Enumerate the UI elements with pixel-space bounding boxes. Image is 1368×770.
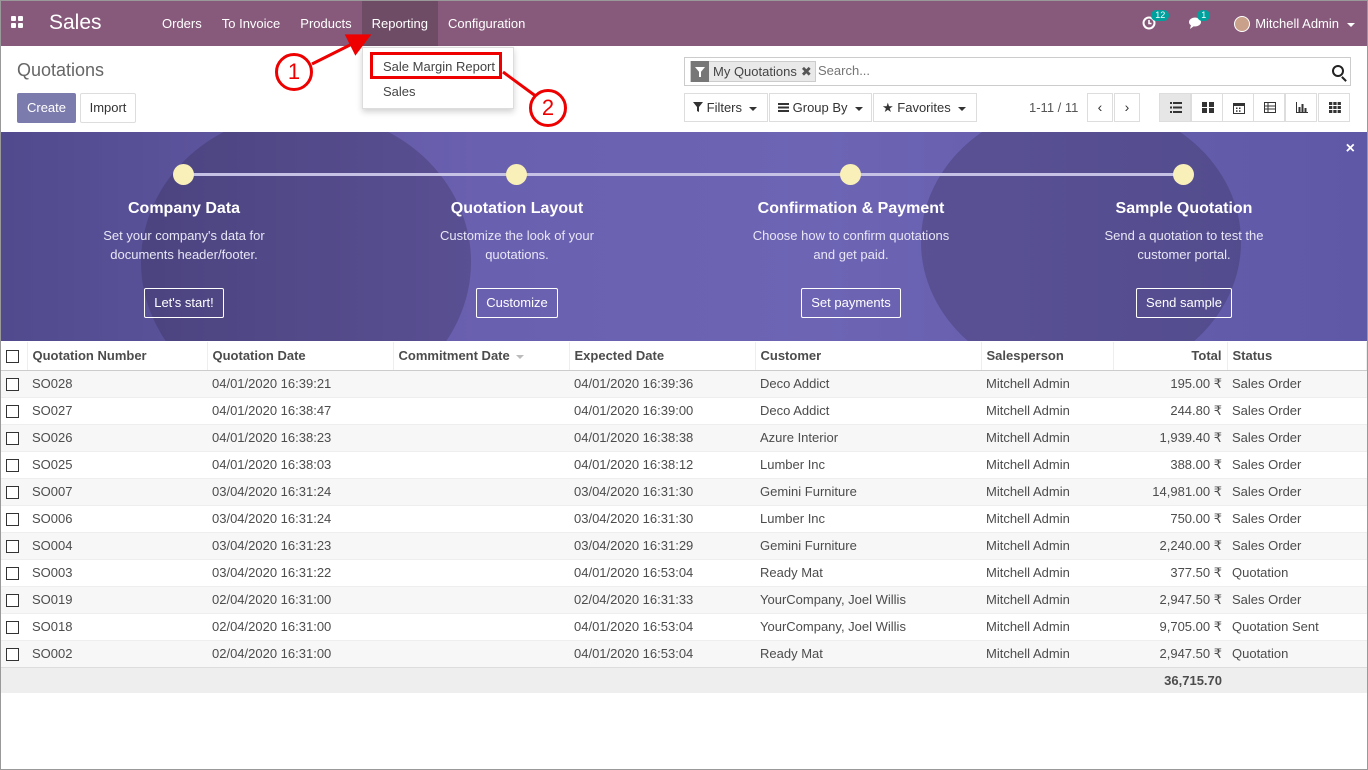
annotation-arrow-1: [311, 34, 372, 66]
annotation-arrows: [311, 34, 538, 99]
annotation-arrow-2: [502, 70, 538, 99]
annotation-callout-2: 2: [529, 89, 567, 127]
annotation-callout-1: 1: [275, 53, 313, 91]
